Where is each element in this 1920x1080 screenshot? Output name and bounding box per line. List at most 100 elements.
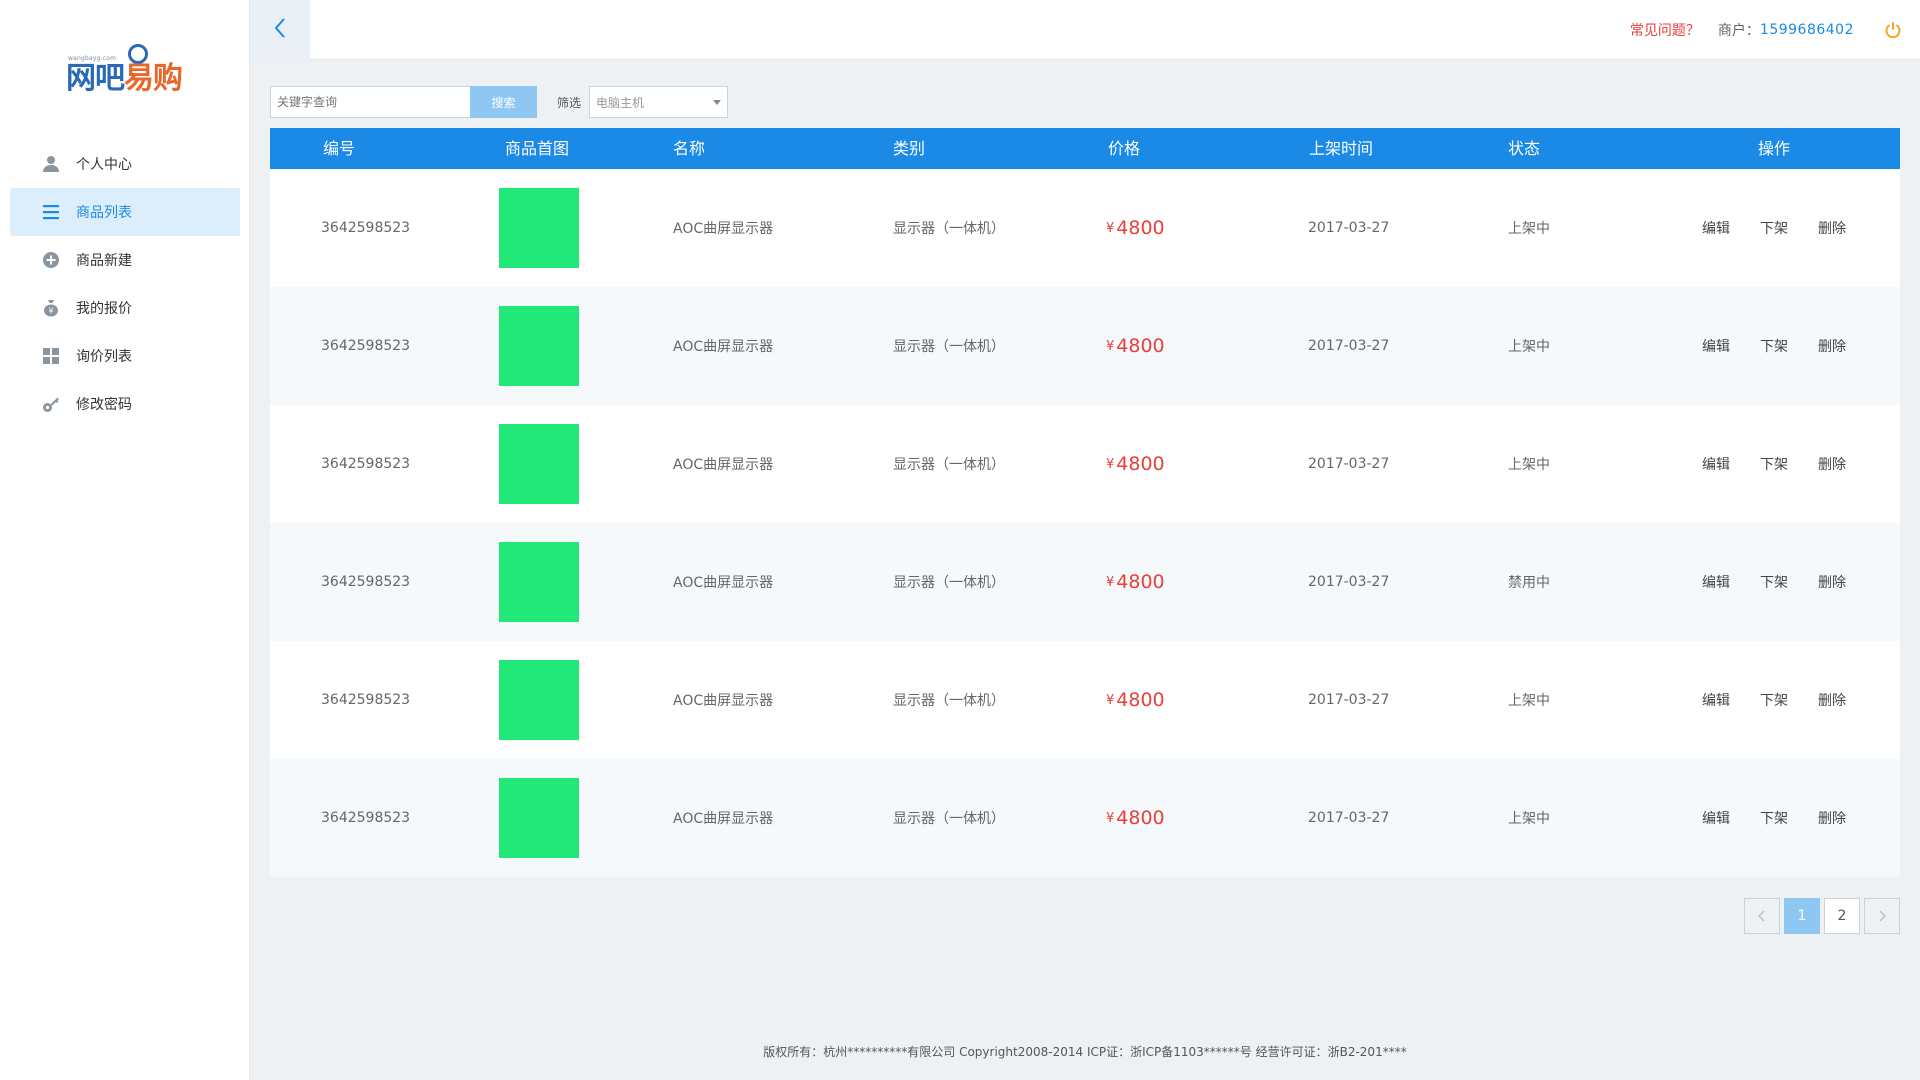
key-icon: [42, 395, 60, 413]
product-thumbnail[interactable]: [499, 778, 579, 858]
filter-select[interactable]: 电脑主机: [589, 86, 729, 118]
cell-category: 显示器（一体机）: [893, 693, 1005, 709]
page-button-2[interactable]: 2: [1824, 898, 1860, 934]
sidebar-item-label: 询价列表: [76, 349, 132, 365]
cell-price: ¥4800: [1106, 641, 1165, 759]
unlist-button[interactable]: 下架: [1760, 454, 1818, 474]
delete-button[interactable]: 删除: [1818, 690, 1876, 710]
cell-price: ¥4800: [1106, 405, 1165, 523]
sidebar-item-product-list[interactable]: 商品列表: [10, 188, 240, 236]
cell-id: 3642598523: [321, 338, 411, 354]
cell-actions: 编辑 下架 删除: [1702, 759, 1876, 877]
logo-text: 网吧易购: [66, 62, 183, 96]
cell-price: ¥4800: [1106, 287, 1165, 405]
cell-image: [499, 641, 579, 759]
next-page-button[interactable]: [1864, 898, 1900, 934]
edit-button[interactable]: 编辑: [1702, 454, 1760, 474]
cell-id: 3642598523: [321, 220, 411, 236]
currency-symbol: ¥: [1106, 220, 1115, 236]
cell-status: 上架中: [1508, 693, 1550, 709]
header-category: 类别: [893, 139, 926, 158]
sidebar-item-inquiry-list[interactable]: 询价列表: [10, 332, 240, 380]
unlist-button[interactable]: 下架: [1760, 690, 1818, 710]
cell-image: [499, 523, 579, 641]
power-icon[interactable]: [1884, 21, 1902, 39]
sidebar-item-change-password[interactable]: 修改密码: [10, 380, 240, 428]
product-thumbnail[interactable]: [499, 424, 579, 504]
merchant-label: 商户：: [1717, 23, 1760, 39]
currency-symbol: ¥: [1106, 338, 1115, 354]
product-thumbnail[interactable]: [499, 188, 579, 268]
header-price: 价格: [1108, 139, 1141, 158]
header-status: 状态: [1508, 139, 1541, 158]
cell-category: 显示器（一体机）: [893, 811, 1005, 827]
search-toolbar: 搜索 筛选 电脑主机: [270, 86, 729, 118]
sidebar-item-label: 商品列表: [76, 205, 132, 221]
table-header: 编号 商品首图 名称 类别 价格 上架时间 状态 操作: [270, 128, 1900, 169]
brand-logo[interactable]: wangbayg.com 网吧易购: [66, 44, 186, 100]
svg-text:¥: ¥: [48, 307, 53, 316]
delete-button[interactable]: 删除: [1818, 336, 1876, 356]
cell-actions: 编辑 下架 删除: [1702, 169, 1876, 287]
unlist-button[interactable]: 下架: [1760, 572, 1818, 592]
unlist-button[interactable]: 下架: [1760, 218, 1818, 238]
delete-button[interactable]: 删除: [1818, 572, 1876, 592]
search-button[interactable]: 搜索: [470, 86, 537, 118]
sidebar: wangbayg.com 网吧易购 个人中心 商品列表 商品新建 ¥ 我的报价 …: [0, 0, 250, 1080]
merchant-id: 1599686402: [1759, 22, 1854, 38]
cell-id: 3642598523: [321, 810, 411, 826]
header-id: 编号: [323, 139, 356, 158]
filter-label: 筛选: [557, 95, 582, 110]
sidebar-item-new-product[interactable]: 商品新建: [10, 236, 240, 284]
sidebar-item-label: 商品新建: [76, 253, 132, 269]
cell-actions: 编辑 下架 删除: [1702, 523, 1876, 641]
cell-price: ¥4800: [1106, 169, 1165, 287]
edit-button[interactable]: 编辑: [1702, 808, 1760, 828]
cell-name: AOC曲屏显示器: [673, 339, 774, 355]
chevron-left-icon: [1758, 910, 1765, 922]
delete-button[interactable]: 删除: [1818, 454, 1876, 474]
price-value: 4800: [1116, 335, 1165, 357]
price-value: 4800: [1116, 217, 1165, 239]
sidebar-item-label: 我的报价: [76, 301, 132, 317]
edit-button[interactable]: 编辑: [1702, 572, 1760, 592]
grid-icon: [42, 347, 60, 365]
sidebar-item-profile[interactable]: 个人中心: [10, 140, 240, 188]
table-row: 3642598523 AOC曲屏显示器 显示器（一体机） ¥4800 2017-…: [270, 759, 1900, 877]
unlist-button[interactable]: 下架: [1760, 808, 1818, 828]
currency-symbol: ¥: [1106, 692, 1115, 708]
unlist-button[interactable]: 下架: [1760, 336, 1818, 356]
currency-symbol: ¥: [1106, 456, 1115, 472]
cell-date: 2017-03-27: [1308, 338, 1390, 354]
page-button-1[interactable]: 1: [1784, 898, 1820, 934]
cell-name: AOC曲屏显示器: [673, 575, 774, 591]
delete-button[interactable]: 删除: [1818, 808, 1876, 828]
cell-date: 2017-03-27: [1308, 810, 1390, 826]
edit-button[interactable]: 编辑: [1702, 218, 1760, 238]
cell-date: 2017-03-27: [1308, 220, 1390, 236]
cell-name: AOC曲屏显示器: [673, 811, 774, 827]
edit-button[interactable]: 编辑: [1702, 690, 1760, 710]
cell-id: 3642598523: [321, 574, 411, 590]
product-thumbnail[interactable]: [499, 660, 579, 740]
header-actions: 操作: [1758, 139, 1791, 158]
cell-price: ¥4800: [1106, 759, 1165, 877]
product-thumbnail[interactable]: [499, 542, 579, 622]
price-value: 4800: [1116, 807, 1165, 829]
cell-actions: 编辑 下架 删除: [1702, 405, 1876, 523]
chevron-left-icon: [273, 17, 287, 43]
cell-status: 上架中: [1508, 811, 1550, 827]
search-input[interactable]: [270, 86, 470, 118]
back-button[interactable]: [250, 0, 310, 60]
top-bar: 常见问题？ 商户： 1599686402: [250, 0, 1920, 60]
cell-actions: 编辑 下架 删除: [1702, 287, 1876, 405]
faq-link[interactable]: 常见问题？: [1630, 20, 1700, 40]
delete-button[interactable]: 删除: [1818, 218, 1876, 238]
add-circle-icon: [42, 251, 60, 269]
edit-button[interactable]: 编辑: [1702, 336, 1760, 356]
product-thumbnail[interactable]: [499, 306, 579, 386]
sidebar-item-my-quotes[interactable]: ¥ 我的报价: [10, 284, 240, 332]
cell-date: 2017-03-27: [1308, 574, 1390, 590]
table-row: 3642598523 AOC曲屏显示器 显示器（一体机） ¥4800 2017-…: [270, 287, 1900, 405]
prev-page-button[interactable]: [1744, 898, 1780, 934]
